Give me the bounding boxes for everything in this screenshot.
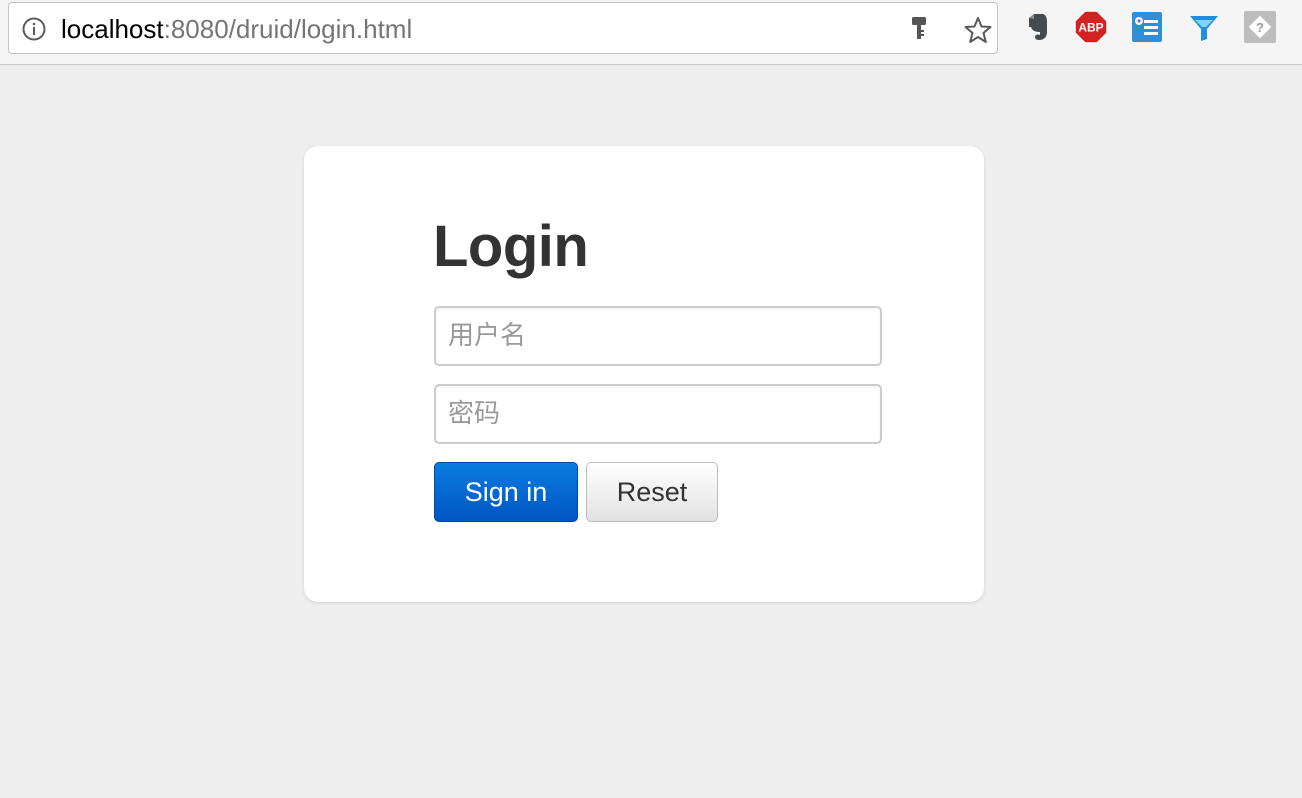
sign-in-button[interactable]: Sign in <box>434 462 578 522</box>
tab-manager-icon[interactable] <box>1130 10 1164 44</box>
login-card: Login Sign in Reset <box>304 146 984 602</box>
unknown-extension-icon[interactable]: ? <box>1243 10 1277 44</box>
url-text[interactable]: localhost:8080/druid/login.html <box>61 14 412 44</box>
abp-label: ABP <box>1078 21 1103 35</box>
funnel-icon[interactable] <box>1187 10 1221 44</box>
info-icon[interactable] <box>22 17 46 41</box>
username-input[interactable] <box>434 306 882 366</box>
password-input[interactable] <box>434 384 882 444</box>
page-title: Login <box>433 214 589 279</box>
adblock-plus-icon[interactable]: ABP <box>1074 10 1108 44</box>
browser-toolbar: localhost:8080/druid/login.html ABP ? <box>0 0 1302 65</box>
star-icon[interactable] <box>964 16 992 44</box>
reset-button[interactable]: Reset <box>586 462 718 522</box>
key-icon[interactable] <box>907 15 931 43</box>
unknown-extension-label: ? <box>1256 20 1264 35</box>
url-path: :8080/druid/login.html <box>163 14 413 44</box>
url-host: localhost <box>61 14 164 44</box>
evernote-icon[interactable] <box>1020 10 1054 44</box>
address-bar[interactable]: localhost:8080/druid/login.html <box>8 2 998 54</box>
